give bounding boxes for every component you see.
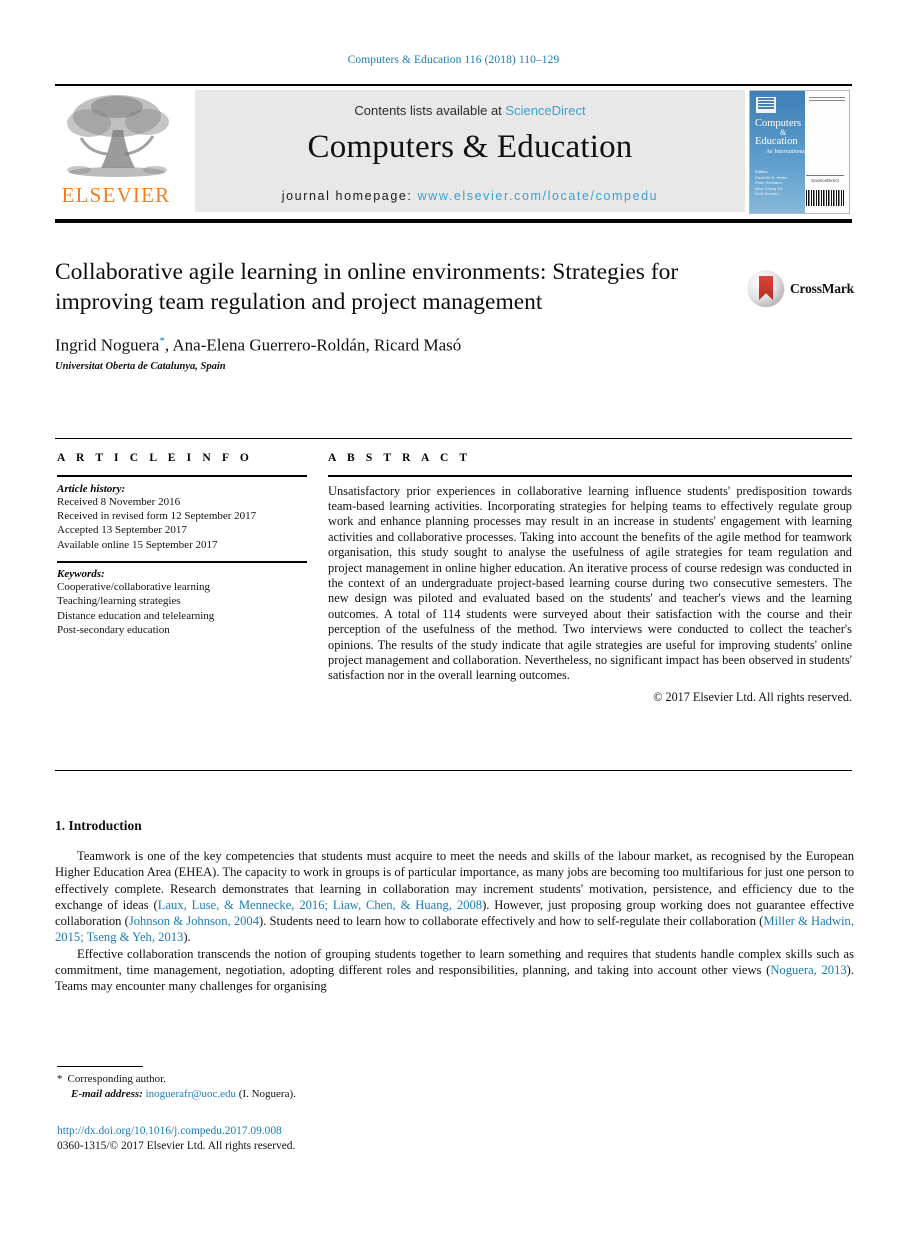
crossmark-label: CrossMark [790,281,854,296]
cover-editors: Editors Rachelle S. Heller Peter Reimann… [755,169,803,197]
keyword-1: Teaching/learning strategies [57,595,181,608]
doi-link[interactable]: http://dx.doi.org/10.1016/j.compedu.2017… [57,1124,557,1139]
cover-topline [809,97,845,101]
journal-homepage-line: journal homepage: www.elsevier.com/locat… [195,189,745,203]
keywords-label: Keywords: [57,567,105,580]
footnote-star: * [57,1073,63,1085]
paragraph-1: Teamwork is one of the key competencies … [55,848,854,946]
cover-editor-3: Kent Norman [755,191,779,196]
cover-barcode [806,190,844,206]
email-line: E-mail address: inoguerafr@uoc.edu (I. N… [57,1087,497,1102]
paragraph-1-text-c: ). Students need to learn how to collabo… [259,914,764,929]
info-bottom-rule [55,770,852,772]
citation-link-4[interactable]: Noguera, 2013 [770,963,846,977]
footnote-rule [57,1066,143,1068]
info-top-rule [55,438,852,440]
elsevier-wordmark: ELSEVIER [61,183,171,207]
section-heading-introduction: 1. Introduction [55,818,142,833]
abstract-heading: A B S T R A C T [328,452,472,464]
corresponding-author-label: Corresponding author. [67,1073,166,1085]
crossmark-badge[interactable]: CrossMark [748,270,854,308]
issn-copyright-line: 0360-1315/© 2017 Elsevier Ltd. All right… [57,1140,296,1152]
author-list: Ingrid Noguera*, Ana-Elena Guerrero-Rold… [55,335,715,356]
article-history-2: Accepted 13 September 2017 [57,524,187,537]
email-link[interactable]: inoguerafr@uoc.edu [146,1088,236,1100]
article-history-1: Received in revised form 12 September 20… [57,510,257,522]
email-label: E-mail address: [71,1087,143,1100]
sciencedirect-link[interactable]: ScienceDirect [505,103,585,118]
article-history-3: Available online 15 September 2017 [57,538,218,551]
paragraph-2-text-a: Effective collaboration transcends the n… [55,946,854,978]
abstract-text: Unsatisfactory prior experiences in coll… [328,483,852,683]
keyword-0: Cooperative/collaborative learning [57,580,211,593]
homepage-prefix: journal homepage: [281,189,418,203]
author-first: Ingrid Noguera [55,335,160,355]
citation-link-1[interactable]: Laux, Luse, & Mennecke, 2016; Liaw, Chen… [158,898,482,912]
paragraph-2: Effective collaboration transcends the n… [55,946,854,995]
article-history-0: Received 8 November 2016 [57,495,181,508]
keyword-2: Distance education and telelearning [57,609,215,622]
paragraph-1-text-d: ). [183,930,191,945]
article-title-block: Collaborative agile learning in online e… [55,258,715,372]
journal-article-page: Computers & Education 116 (2018) 110–129 [0,0,907,1238]
citation-link-2[interactable]: Johnson & Johnson, 2004 [129,914,259,928]
keyword-3: Post-secondary education [57,624,170,637]
crossmark-icon [748,271,784,307]
email-owner: (I. Noguera). [238,1087,296,1100]
contents-available-line: Contents lists available at ScienceDirec… [195,103,745,118]
keywords-divider [57,561,307,563]
contents-prefix: Contents lists available at [354,103,506,118]
journal-homepage-link[interactable]: www.elsevier.com/locate/compedu [418,189,659,203]
affiliation: Universitat Oberta de Catalunya, Spain [55,360,226,372]
article-history-label: Article history: [57,482,126,495]
masthead-top-rule [55,84,852,86]
elsevier-tree-logo: ELSEVIER [55,90,177,212]
running-head: Computers & Education 116 (2018) 110–129 [347,54,560,66]
cover-title-line2: Education [755,136,798,147]
journal-band: Contents lists available at ScienceDirec… [195,90,745,212]
article-info-column: A R T I C L E I N F O Article history: R… [57,452,307,637]
cover-sciencedirect-mark: ScienceDirect [806,175,844,183]
footnote-block: * Corresponding author. E-mail address: i… [57,1072,497,1101]
article-body: 1. Introduction Teamwork is one of the k… [55,818,854,995]
masthead-bottom-rule [55,219,852,223]
abstract-divider [328,475,852,477]
abstract-copyright: © 2017 Elsevier Ltd. All rights reserved… [653,689,852,704]
doi-block: http://dx.doi.org/10.1016/j.compedu.2017… [57,1124,557,1154]
journal-cover-thumbnail[interactable]: Computers & Education An International J… [749,90,850,214]
authors-rest: , Ana-Elena Guerrero-Roldán, Ricard Masó [164,335,462,355]
article-title: Collaborative agile learning in online e… [55,259,679,315]
article-info-divider [57,475,307,477]
cover-subtitle: An International Journal [766,149,826,155]
article-info-heading: A R T I C L E I N F O [57,452,253,464]
corresponding-author-note: * Corresponding author. [57,1072,497,1087]
abstract-column: A B S T R A C T Unsatisfactory prior exp… [328,452,852,705]
cover-publisher-icon [756,97,776,113]
journal-masthead: ELSEVIER Contents lists available at Sci… [55,88,852,216]
journal-title: Computers & Education [307,129,633,165]
